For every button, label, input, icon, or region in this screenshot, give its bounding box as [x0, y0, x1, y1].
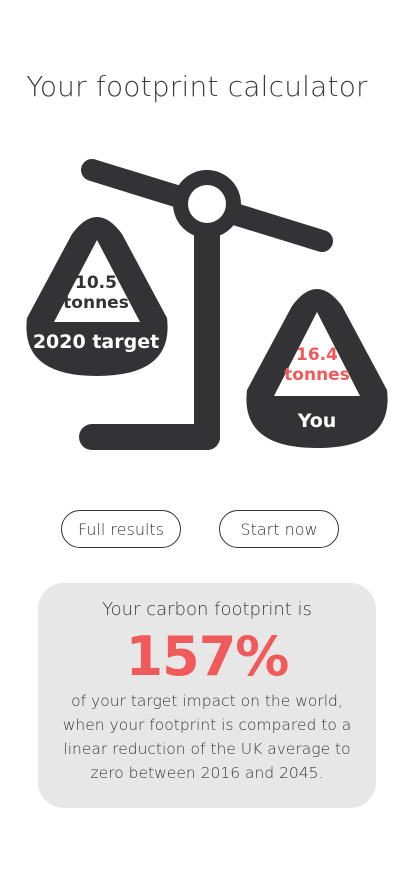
- balance-scale: 10.5 tonnes 2020 target 16.4 tonnes You: [0, 0, 414, 470]
- you-label: You: [297, 410, 337, 432]
- you-tonnes: 16.4 tonnes: [284, 345, 350, 385]
- footprint-percentage: 157%: [125, 625, 290, 688]
- start-now-button[interactable]: Start now: [219, 510, 339, 548]
- summary-heading: Your carbon footprint is: [102, 599, 312, 620]
- footprint-summary-card: Your carbon footprint is 157% of your ta…: [38, 583, 376, 808]
- full-results-button[interactable]: Full results: [61, 510, 181, 548]
- action-buttons: Full results Start now: [0, 510, 414, 550]
- balance-scale-icon: [26, 159, 388, 450]
- target-tonnes: 10.5 tonnes: [63, 273, 129, 313]
- target-label: 2020 target: [32, 331, 160, 353]
- summary-description: of your target impact on the world, when…: [62, 692, 352, 782]
